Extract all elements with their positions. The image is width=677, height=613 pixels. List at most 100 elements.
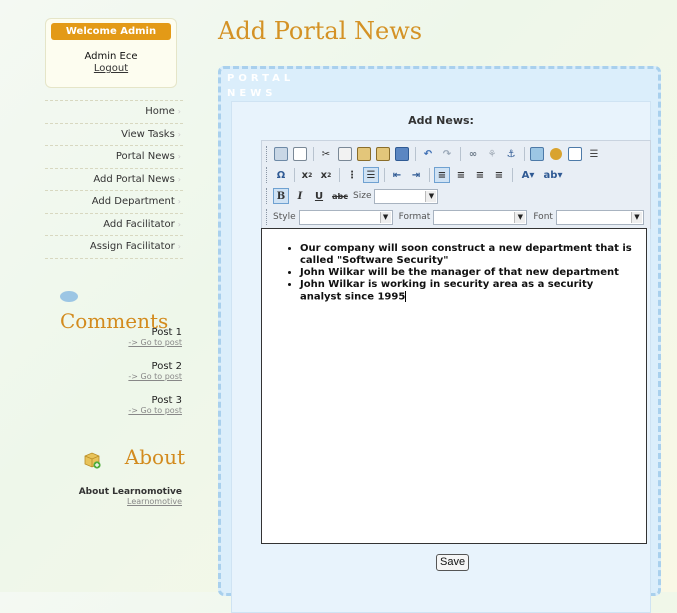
- link-icon[interactable]: ∞: [465, 146, 481, 162]
- nav-arrow-icon: ›: [177, 152, 181, 161]
- underline-icon[interactable]: U: [311, 188, 327, 204]
- nav-item-home[interactable]: Home ›: [45, 101, 183, 124]
- toolbar-separator: [524, 147, 525, 161]
- anchor-icon[interactable]: ⚓: [503, 146, 519, 162]
- font-select[interactable]: ▼: [555, 209, 644, 225]
- paste-text-icon[interactable]: [375, 146, 391, 162]
- go-to-post-link[interactable]: -> Go to post: [80, 406, 182, 415]
- about-heading: About: [80, 445, 185, 475]
- dropdown-arrow-icon: ▼: [425, 190, 437, 202]
- about-block: About Learnomotive Learnomotive: [60, 487, 182, 506]
- nav-item-portal-news[interactable]: Portal News ›: [45, 146, 183, 169]
- comment-post: Post 2 -> Go to post: [80, 361, 182, 381]
- text-color-icon[interactable]: A▾: [517, 167, 539, 183]
- bulleted-list-icon[interactable]: ☰: [363, 167, 379, 183]
- nav-arrow-icon: ›: [177, 107, 181, 116]
- nav-arrow-icon: ›: [177, 219, 181, 229]
- nav-arrow-icon: ›: [177, 197, 181, 206]
- toolbar-row-3: B I U abc Size ▼: [266, 186, 444, 206]
- paste-icon[interactable]: [356, 146, 372, 162]
- unlink-icon[interactable]: ⚘: [484, 146, 500, 162]
- about-title-text: About: [124, 445, 185, 469]
- toolbar-separator: [429, 168, 430, 182]
- background-color-icon[interactable]: ab▾: [542, 167, 564, 183]
- nav-arrow-icon: ›: [177, 174, 181, 184]
- style-select[interactable]: ▼: [298, 209, 393, 225]
- nav-label: Add Portal News: [93, 173, 175, 185]
- format-label: Format: [398, 212, 431, 222]
- superscript-icon[interactable]: x2: [318, 167, 334, 183]
- nav-item-view-tasks[interactable]: View Tasks ›: [45, 124, 183, 146]
- format-select[interactable]: ▼: [433, 209, 528, 225]
- toolbar-separator: [313, 147, 314, 161]
- toolbar-grip: [266, 146, 269, 162]
- justify-icon[interactable]: ≡: [491, 167, 507, 183]
- form-heading: Add News:: [408, 114, 474, 127]
- comment-post: Post 1 -> Go to post: [80, 327, 182, 347]
- go-to-post-link[interactable]: -> Go to post: [80, 338, 182, 347]
- list-item: John Wilkar will be the manager of that …: [300, 267, 636, 279]
- logout-link[interactable]: Logout: [46, 63, 176, 74]
- list-item: John Wilkar is working in security area …: [300, 279, 636, 304]
- post-title: Post 1: [151, 327, 182, 338]
- paste-word-icon[interactable]: [394, 146, 410, 162]
- toolbar-separator: [339, 168, 340, 182]
- align-left-icon[interactable]: ≡: [434, 167, 450, 183]
- toolbar-grip: [266, 167, 269, 183]
- font-label: Font: [533, 212, 553, 222]
- redo-icon[interactable]: ↷: [439, 146, 455, 162]
- bold-icon[interactable]: B: [273, 188, 289, 204]
- toolbar-separator: [415, 147, 416, 161]
- dropdown-arrow-icon: ▼: [379, 211, 391, 223]
- size-select[interactable]: ▼: [374, 188, 439, 204]
- copy-icon[interactable]: [337, 146, 353, 162]
- dropdown-arrow-icon: ▼: [630, 211, 642, 223]
- align-right-icon[interactable]: ≡: [472, 167, 488, 183]
- about-learnomotive-heading: About Learnomotive: [78, 487, 182, 497]
- nav-item-add-portal-news[interactable]: Add Portal News ›: [45, 169, 183, 191]
- horizontal-rule-icon[interactable]: ☰: [586, 146, 602, 162]
- sidebar: Welcome Admin Admin Ece Logout Home › Vie…: [0, 0, 200, 592]
- toolbar-separator: [460, 147, 461, 161]
- image-icon[interactable]: [529, 146, 545, 162]
- align-center-icon[interactable]: ≡: [453, 167, 469, 183]
- welcome-box: Welcome Admin Admin Ece Logout: [45, 18, 177, 88]
- portal-news-panel: PORTAL NEWS Add News: ✂ ↶ ↷ ∞ ⚘ ⚓ ☰ Ω x …: [218, 66, 661, 613]
- nav-item-add-department[interactable]: Add Department ›: [45, 191, 183, 214]
- indent-icon[interactable]: ⇥: [408, 167, 424, 183]
- learnomotive-link[interactable]: Learnomotive: [60, 497, 182, 506]
- cut-icon[interactable]: ✂: [318, 146, 334, 162]
- nav-label: View Tasks: [121, 128, 175, 140]
- welcome-badge: Welcome Admin: [51, 23, 171, 40]
- dropdown-arrow-icon: ▼: [514, 211, 526, 223]
- comments-heading: Comments: [60, 285, 185, 333]
- rich-text-editor[interactable]: Our company will soon construct a new de…: [261, 228, 647, 544]
- subscript-icon[interactable]: x2: [299, 167, 315, 183]
- source-icon[interactable]: [273, 146, 289, 162]
- nav-label: Portal News: [115, 151, 175, 162]
- toolbar-row-4: Style ▼ Format ▼ Font ▼: [266, 207, 650, 227]
- save-button[interactable]: Save: [436, 554, 470, 571]
- news-bullet-list: Our company will soon construct a new de…: [286, 243, 636, 304]
- speech-bubble-icon: [60, 291, 78, 302]
- toolbar-row-1: ✂ ↶ ↷ ∞ ⚘ ⚓ ☰: [266, 144, 605, 164]
- text-cursor: [405, 291, 407, 302]
- go-to-post-link[interactable]: -> Go to post: [80, 372, 182, 381]
- italic-icon[interactable]: I: [292, 188, 308, 204]
- outdent-icon[interactable]: ⇤: [389, 167, 405, 183]
- flash-icon[interactable]: [548, 146, 564, 162]
- new-page-icon[interactable]: [292, 146, 308, 162]
- strikethrough-icon[interactable]: abc: [330, 188, 350, 204]
- nav-label: Add Department: [91, 196, 175, 207]
- numbered-list-icon[interactable]: ⋮: [344, 167, 360, 183]
- editor-toolbar: ✂ ↶ ↷ ∞ ⚘ ⚓ ☰ Ω x 2 x 2 ⋮ ☰ ⇤ ⇥ ≡ ≡ ≡ ≡ …: [261, 140, 651, 229]
- post-title: Post 2: [151, 361, 182, 372]
- nav-label: Add Facilitator: [103, 218, 175, 230]
- nav-item-assign-facilitator[interactable]: Assign Facilitator ›: [45, 236, 183, 259]
- special-char-icon[interactable]: Ω: [273, 167, 289, 183]
- nav-item-add-facilitator[interactable]: Add Facilitator ›: [45, 214, 183, 236]
- sidebar-nav: Home › View Tasks › Portal News › Add Porta…: [45, 100, 183, 259]
- undo-icon[interactable]: ↶: [420, 146, 436, 162]
- toolbar-grip: [266, 188, 269, 204]
- table-icon[interactable]: [567, 146, 583, 162]
